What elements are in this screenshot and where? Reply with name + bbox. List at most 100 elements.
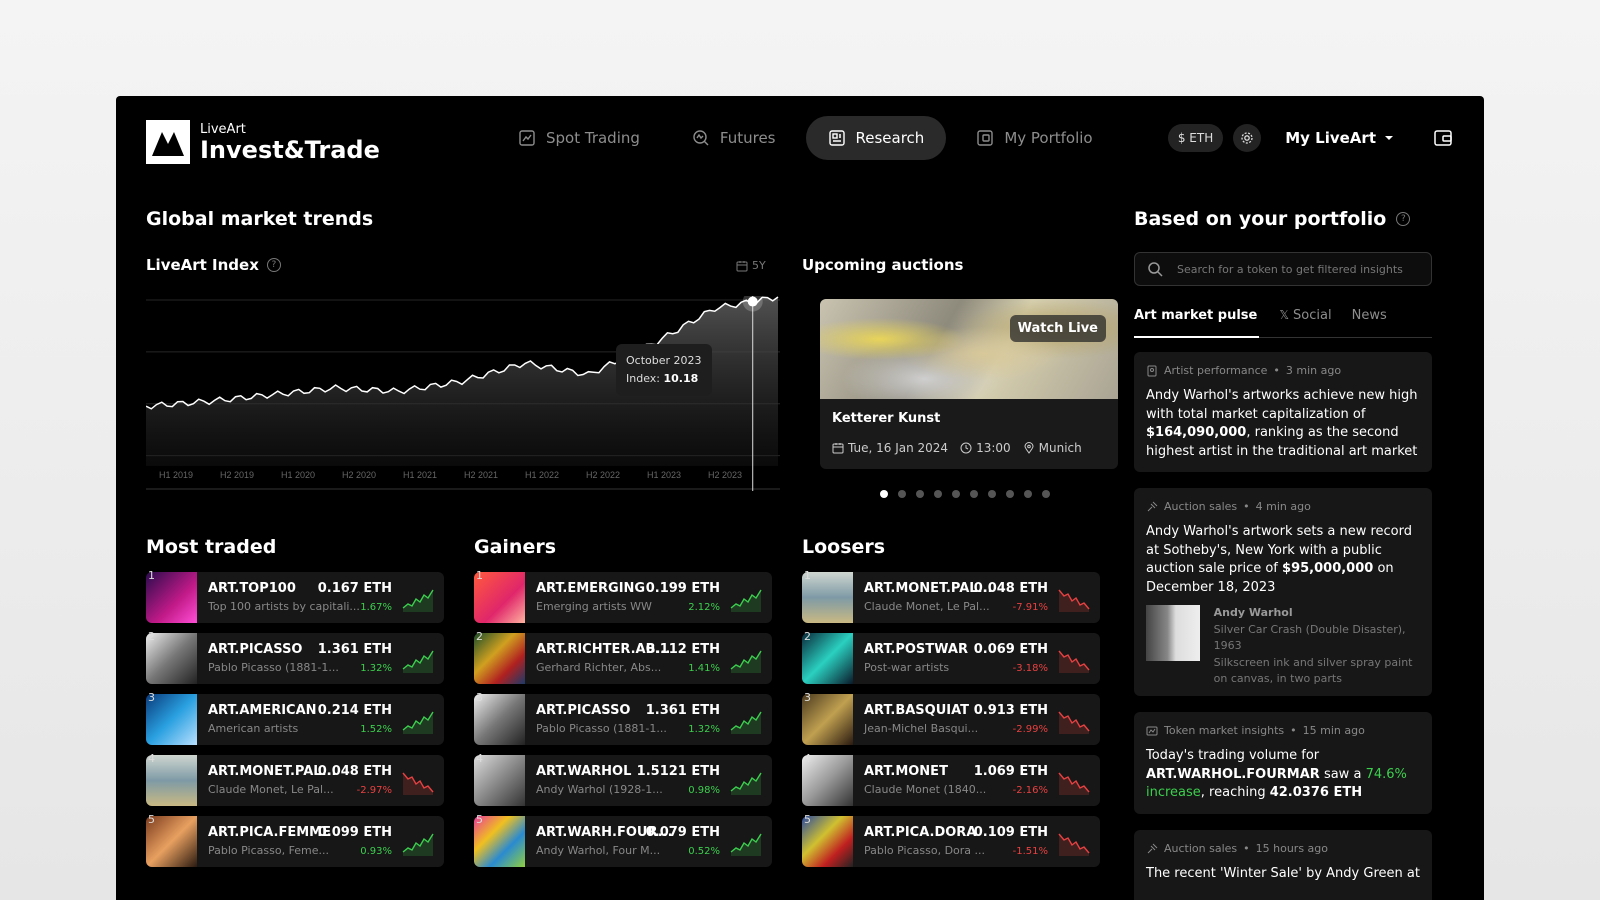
token-ticker: ART.PICASSO (536, 703, 631, 718)
tab-social-label: Social (1293, 308, 1332, 323)
x-tick-label: H1 2022 (525, 470, 559, 480)
x-tick-label: H2 2022 (586, 470, 620, 480)
help-icon[interactable]: ? (1396, 212, 1411, 226)
brand-logo[interactable]: LiveArt Invest&Trade (146, 120, 380, 164)
insight-time: 15 hours ago (1255, 842, 1329, 855)
wallet-icon[interactable] (1432, 127, 1454, 149)
insight-highlight: $95,000,000 (1282, 561, 1374, 576)
insight-card[interactable]: Auction sales • 15 hours ago The recent … (1134, 830, 1432, 900)
insight-card[interactable]: Artist performance • 3 min ago Andy Warh… (1134, 352, 1432, 472)
token-row[interactable]: 5 ART.PICA.DORA Pablo Picasso, Dora ... 0.1… (802, 813, 1100, 867)
insight-text-part: , reaching (1200, 785, 1270, 800)
token-ticker: ART.EMERGING (536, 581, 646, 596)
insight-meta: Auction sales • 15 hours ago (1146, 842, 1420, 855)
token-row[interactable]: 4 ART.WARHOL Andy Warhol (1928-1... 1.5121 … (474, 752, 772, 806)
auction-card[interactable]: Watch Live Ketterer Kunst Tue, 16 Jan 20… (820, 299, 1118, 469)
help-icon[interactable]: ? (266, 258, 281, 272)
highlight-point[interactable] (747, 296, 758, 307)
calendar-icon (832, 443, 844, 454)
insight-text: Andy Warhol's artwork sets a new record … (1146, 523, 1420, 597)
search-input[interactable] (1177, 262, 1417, 276)
sparkline (1058, 589, 1090, 612)
carousel-dot[interactable] (1006, 490, 1014, 498)
token-rank: 5 (476, 813, 483, 826)
range-selector[interactable]: 5Y (736, 259, 766, 272)
insight-category: Auction sales (1164, 842, 1238, 855)
token-change: 1.52% (360, 724, 392, 735)
token-rank: 4 (476, 752, 483, 765)
watch-live-button[interactable]: Watch Live (1009, 315, 1106, 342)
token-row[interactable]: 3 ART.PICASSO Pablo Picasso (1881-1... 1.36… (474, 691, 772, 745)
settings-button[interactable] (1233, 124, 1262, 152)
artwork-artist: Andy Warhol (1213, 606, 1293, 619)
token-row[interactable]: 4 ART.MONET Claude Monet (1840... 1.069 ETH… (802, 752, 1100, 806)
token-row[interactable]: 2 ART.POSTWAR Post-war artists 0.069 ETH -3.… (802, 630, 1100, 684)
token-row[interactable]: 1 ART.MONET.PAL... Claude Monet, Le Pal...… (802, 569, 1100, 623)
token-rank: 2 (476, 630, 483, 643)
token-row[interactable]: 2 ART.RICHTER.AB... Gerhard Richter, Abs..… (474, 630, 772, 684)
sparkline (402, 589, 434, 612)
auction-meta: Tue, 16 Jan 2024 13:00 Munich (832, 441, 1082, 455)
token-price: 1.5121 ETH (636, 764, 720, 779)
token-row[interactable]: 5 ART.PICA.FEMME Pablo Picasso, Feme... 0.0… (146, 813, 444, 867)
tooltip-label: Index: (626, 372, 660, 385)
x-tick-label: H2 2021 (464, 470, 498, 480)
insight-meta: Auction sales • 4 min ago (1146, 500, 1420, 513)
currency-toggle[interactable]: $ ETH (1167, 124, 1224, 152)
token-rank: 3 (804, 691, 811, 704)
token-row[interactable]: 1 ART.TOP100 Top 100 artists by capitali..… (146, 569, 444, 623)
sparkline (730, 772, 762, 795)
sparkline (402, 833, 434, 856)
carousel-dot[interactable] (1024, 490, 1032, 498)
insight-card[interactable]: Token market insights • 15 min ago Today… (1134, 712, 1432, 814)
token-change: -2.16% (1012, 785, 1048, 796)
carousel-dot[interactable] (952, 490, 960, 498)
chart-tooltip: October 2023 Index: 10.18 (616, 344, 712, 396)
auction-name: Ketterer Kunst (832, 411, 941, 426)
sparkline (730, 833, 762, 856)
artwork-preview[interactable]: Andy Warhol Silver Car Crash (Double Dis… (1146, 605, 1420, 688)
header-actions: $ ETH My LiveArt (1167, 124, 1454, 152)
research-icon (828, 130, 845, 146)
carousel-dot[interactable] (916, 490, 924, 498)
nav-spot-trading[interactable]: Spot Trading (496, 116, 662, 160)
carousel-dot[interactable] (934, 490, 942, 498)
gavel-icon (1147, 843, 1158, 853)
tab-news[interactable]: News (1352, 302, 1387, 337)
token-ticker: ART.WARHOL (536, 764, 632, 779)
token-row[interactable]: 3 ART.AMERICAN American artists 0.214 ETH 1.… (146, 691, 444, 745)
carousel-dot[interactable] (970, 490, 978, 498)
x-tick-label: H1 2021 (403, 470, 437, 480)
carousel-dot[interactable] (880, 490, 888, 498)
token-change: 0.93% (360, 846, 392, 857)
token-change: -3.18% (1012, 663, 1048, 674)
tab-art-market-pulse[interactable]: Art market pulse (1134, 302, 1260, 338)
insight-time: 4 min ago (1255, 500, 1311, 513)
brand-name: Invest&Trade (200, 135, 380, 164)
token-row[interactable]: 5 ART.WARH.FOUR... Andy Warhol, Four M... 0… (474, 813, 772, 867)
sparkline (730, 711, 762, 734)
x-tick-label: H2 2019 (220, 470, 254, 480)
auction-image: Watch Live (820, 299, 1118, 399)
insight-card[interactable]: Auction sales • 4 min ago Andy Warhol's … (1134, 488, 1432, 696)
nav-my-portfolio[interactable]: My Portfolio (954, 116, 1114, 160)
sparkline (1058, 772, 1090, 795)
token-row[interactable]: 3 ART.BASQUIAT Jean-Michel Basqui... 0.913 … (802, 691, 1100, 745)
account-menu[interactable]: My LiveArt (1285, 129, 1394, 147)
carousel-dot[interactable] (988, 490, 996, 498)
account-label: My LiveArt (1285, 129, 1376, 147)
nav-research[interactable]: Research (805, 116, 947, 160)
token-price: 0.112 ETH (645, 642, 720, 657)
token-rank: 1 (148, 569, 155, 582)
carousel-dot[interactable] (1042, 490, 1050, 498)
insights-search[interactable] (1134, 252, 1432, 286)
carousel-dot[interactable] (898, 490, 906, 498)
token-row[interactable]: 1 ART.EMERGING Emerging artists WW 0.199 ET… (474, 569, 772, 623)
auction-location: Munich (1038, 441, 1082, 455)
token-row[interactable]: 2 ART.PICASSO Pablo Picasso (1881-1... 1.36… (146, 630, 444, 684)
nav-futures[interactable]: Futures (670, 116, 798, 160)
token-rank: 3 (476, 691, 483, 704)
token-row[interactable]: 4 ART.MONET.PAL... Claude Monet, Le Pal...… (146, 752, 444, 806)
token-price: 0.079 ETH (645, 825, 720, 840)
tab-social[interactable]: 𝕏 Social (1279, 302, 1331, 337)
